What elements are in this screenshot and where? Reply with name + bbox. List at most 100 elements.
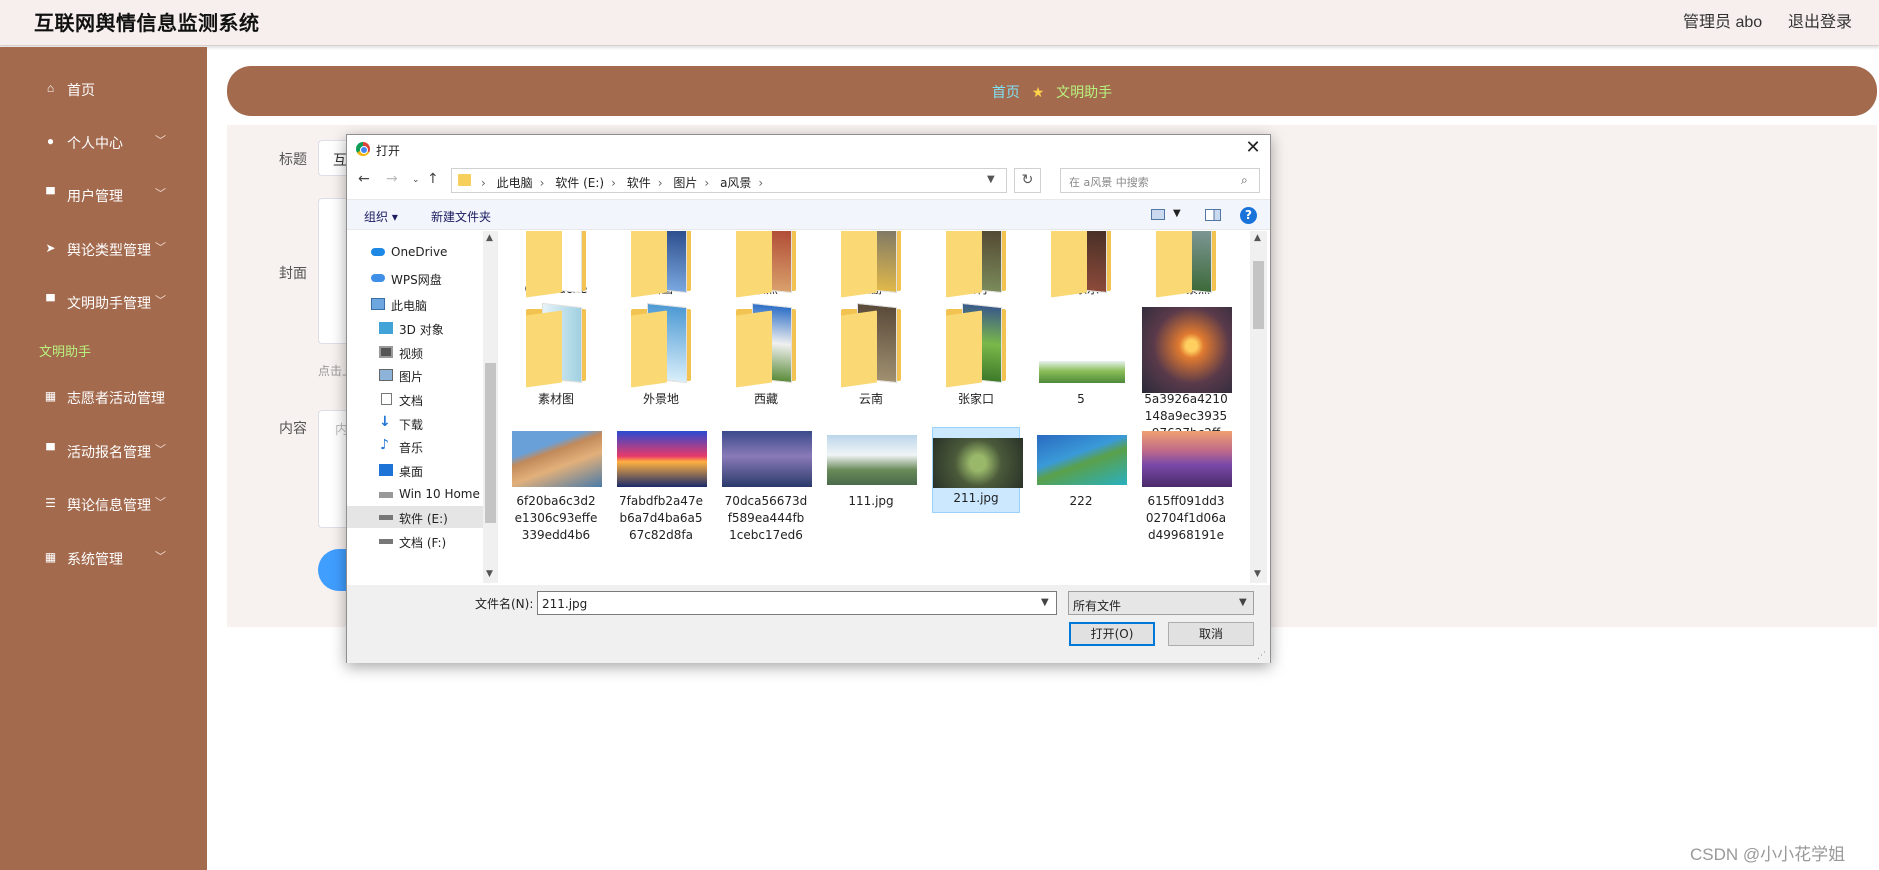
folder-item[interactable]: 旅游 (827, 231, 915, 298)
tree-item-label: 下载 (399, 418, 424, 432)
scroll-down-icon[interactable]: ▼ (1254, 569, 1261, 579)
cloud-icon (371, 274, 385, 282)
tree-item-pictures[interactable]: 图片 (347, 364, 483, 386)
folder-item[interactable]: 农村 (932, 231, 1020, 298)
folder-icon (827, 231, 917, 298)
preview-pane-icon[interactable] (1205, 209, 1221, 221)
address-bar[interactable]: › 此电脑 › 软件 (E:) › 软件 › 图片 › a风景 › ▼ (451, 168, 1007, 193)
open-button[interactable]: 打开(O) (1069, 622, 1155, 646)
resize-grip-icon[interactable]: ⋰ (1257, 651, 1266, 661)
chevron-down-icon[interactable]: ▼ (987, 174, 995, 185)
up-arrow-icon[interactable]: ↑ (427, 171, 439, 187)
back-arrow-icon[interactable]: ← (358, 171, 370, 187)
sidebar-item-system[interactable]: ▦ 系统管理 ﹀ (0, 543, 207, 573)
tree-item-3d[interactable]: 3D 对象 (347, 317, 483, 339)
filetype-select[interactable]: 所有文件 ▼ (1068, 591, 1254, 615)
chevron-down-icon[interactable]: ▼ (1173, 208, 1181, 219)
folder-item[interactable]: 张家口 (932, 302, 1020, 408)
path-segment[interactable]: 图片 (673, 176, 697, 190)
tree-item-onedrive[interactable]: OneDrive (347, 241, 483, 263)
image-icon (379, 369, 393, 381)
tree-item-documents[interactable]: 文档 (347, 388, 483, 410)
chevron-down-icon: ▼ (1239, 597, 1247, 608)
folder-icon (827, 302, 917, 391)
dialog-nav-row: ← → ⌄ ↑ › 此电脑 › 软件 (E:) › 软件 › 图片 › a风景 › ▼ ↻… (347, 163, 1270, 197)
tree-item-win10[interactable]: Win 10 Home (347, 483, 483, 505)
sidebar-item-label: 系统管理 (67, 551, 123, 567)
recent-dropdown-icon[interactable]: ⌄ (412, 175, 420, 185)
folder-item[interactable]: 山东景点 (1142, 231, 1230, 298)
folder-item[interactable]: GPUCache (512, 231, 600, 298)
scroll-up-icon[interactable]: ▲ (486, 233, 493, 243)
scroll-up-icon[interactable]: ▲ (1254, 233, 1261, 243)
folder-icon (512, 231, 602, 298)
path-segment[interactable]: a风景 (720, 176, 751, 190)
tree-scroll-thumb[interactable] (485, 363, 496, 523)
image-item[interactable]: 6f20ba6c3d2e1306c93effe339edd4b6 (512, 427, 602, 544)
dialog-footer: 文件名(N): 211.jpg ▼ 所有文件 ▼ 打开(O) 取消 ⋰ (347, 585, 1270, 663)
cancel-button[interactable]: 取消 (1168, 622, 1254, 646)
tree-item-drive-e[interactable]: 软件 (E:) (347, 506, 483, 528)
sidebar-item-personal-center[interactable]: ● 个人中心 ﹀ (0, 127, 207, 157)
path-segment[interactable]: 软件 (E:) (555, 176, 604, 190)
sidebar-item-user-management[interactable]: ▀ 用户管理 ﹀ (0, 180, 207, 210)
folder-icon (1037, 231, 1127, 298)
sidebar-item-opinion-info[interactable]: ☰ 舆论信息管理 ﹀ (0, 489, 207, 519)
sidebar-subitem-civility-assistant[interactable]: 文明助手 (39, 341, 91, 360)
tree-item-wps[interactable]: WPS网盘 (347, 267, 483, 289)
close-button[interactable]: ✕ (1242, 138, 1264, 160)
chevron-down-icon: ﹀ (155, 551, 166, 563)
sidebar-item-home[interactable]: ⌂ 首页 (0, 74, 207, 104)
folder-item[interactable]: 素材图 (512, 302, 600, 408)
folder-item[interactable]: 西藏 (722, 302, 810, 408)
tree-item-label: WPS网盘 (391, 273, 442, 287)
forward-arrow-icon[interactable]: → (386, 171, 398, 187)
tree-item-downloads[interactable]: ↓ 下载 (347, 412, 483, 434)
sidebar-item-civility-assistant[interactable]: ▀ 文明助手管理 ﹀ (0, 287, 207, 317)
chevron-down-icon[interactable]: ▼ (1041, 597, 1049, 608)
path-segment[interactable]: 此电脑 (497, 176, 533, 190)
sidebar-item-volunteer-activity[interactable]: ▦ 志愿者活动管理 (0, 382, 207, 412)
sidebar-item-opinion-type[interactable]: ➤ 舆论类型管理 ﹀ (0, 234, 207, 264)
tree-item-video[interactable]: 视频 (347, 341, 483, 363)
file-grid-scroll-thumb[interactable] (1253, 261, 1264, 329)
folder-item[interactable]: 插画 (617, 231, 705, 298)
scroll-down-icon[interactable]: ▼ (486, 569, 493, 579)
filename-input[interactable]: 211.jpg ▼ (537, 591, 1057, 615)
tree-item-this-pc[interactable]: 此电脑 (347, 293, 483, 315)
title-label: 标题 (279, 151, 307, 167)
path-segment[interactable]: 软件 (627, 176, 651, 190)
folder-item[interactable]: 农家乐 (1037, 231, 1125, 298)
image-item[interactable]: 615ff091dd302704f1d06ad49968191e (1142, 427, 1232, 544)
image-item[interactable]: 5a3926a4210148a9ec393597627bc2ff (1142, 305, 1232, 442)
folder-item[interactable]: 云南 (827, 302, 917, 408)
breadcrumb-home[interactable]: 首页 (992, 84, 1020, 100)
image-item[interactable]: 222 (1037, 427, 1127, 510)
tree-item-desktop[interactable]: 桌面 (347, 459, 483, 481)
organize-label: 组织 (364, 210, 389, 224)
image-item[interactable]: 5 (1037, 305, 1125, 408)
sidebar-item-label: 活动报名管理 (67, 444, 151, 460)
dialog-titlebar[interactable]: 打开 ✕ (347, 135, 1270, 163)
sidebar-item-label: 个人中心 (67, 135, 123, 151)
new-folder-button[interactable]: 新建文件夹 (431, 208, 491, 225)
logout-button[interactable]: 退出登录 (1788, 8, 1852, 32)
image-item[interactable]: 111.jpg (827, 427, 917, 510)
view-icon[interactable] (1151, 209, 1165, 220)
image-item[interactable]: 7fabdfb2a47eb6a7d4ba6a567c82d8fa (617, 427, 707, 544)
tree-item-music[interactable]: ♪ 音乐 (347, 435, 483, 457)
help-icon[interactable]: ? (1240, 207, 1257, 224)
folder-item[interactable]: 景点 (722, 231, 810, 298)
tree-scrollbar[interactable]: ▲ ▼ (483, 231, 498, 583)
folder-item[interactable]: 外景地 (617, 302, 705, 408)
sidebar-item-activity-signup[interactable]: ▀ 活动报名管理 ﹀ (0, 436, 207, 466)
search-input[interactable]: 在 a风景 中搜索 ⌕ (1060, 168, 1260, 193)
tree-item-drive-f[interactable]: 文档 (F:) (347, 530, 483, 552)
folder-icon (617, 231, 707, 298)
file-grid-scrollbar[interactable]: ▲ ▼ (1250, 231, 1267, 583)
refresh-button[interactable]: ↻ (1014, 168, 1041, 193)
organize-button[interactable]: 组织 ▾ (364, 208, 398, 225)
image-item-selected[interactable]: 211.jpg (932, 427, 1023, 513)
image-item[interactable]: 70dca56673df589ea444fb1cebc17ed6 (722, 427, 812, 544)
sliders-icon: ☰ (45, 496, 56, 510)
